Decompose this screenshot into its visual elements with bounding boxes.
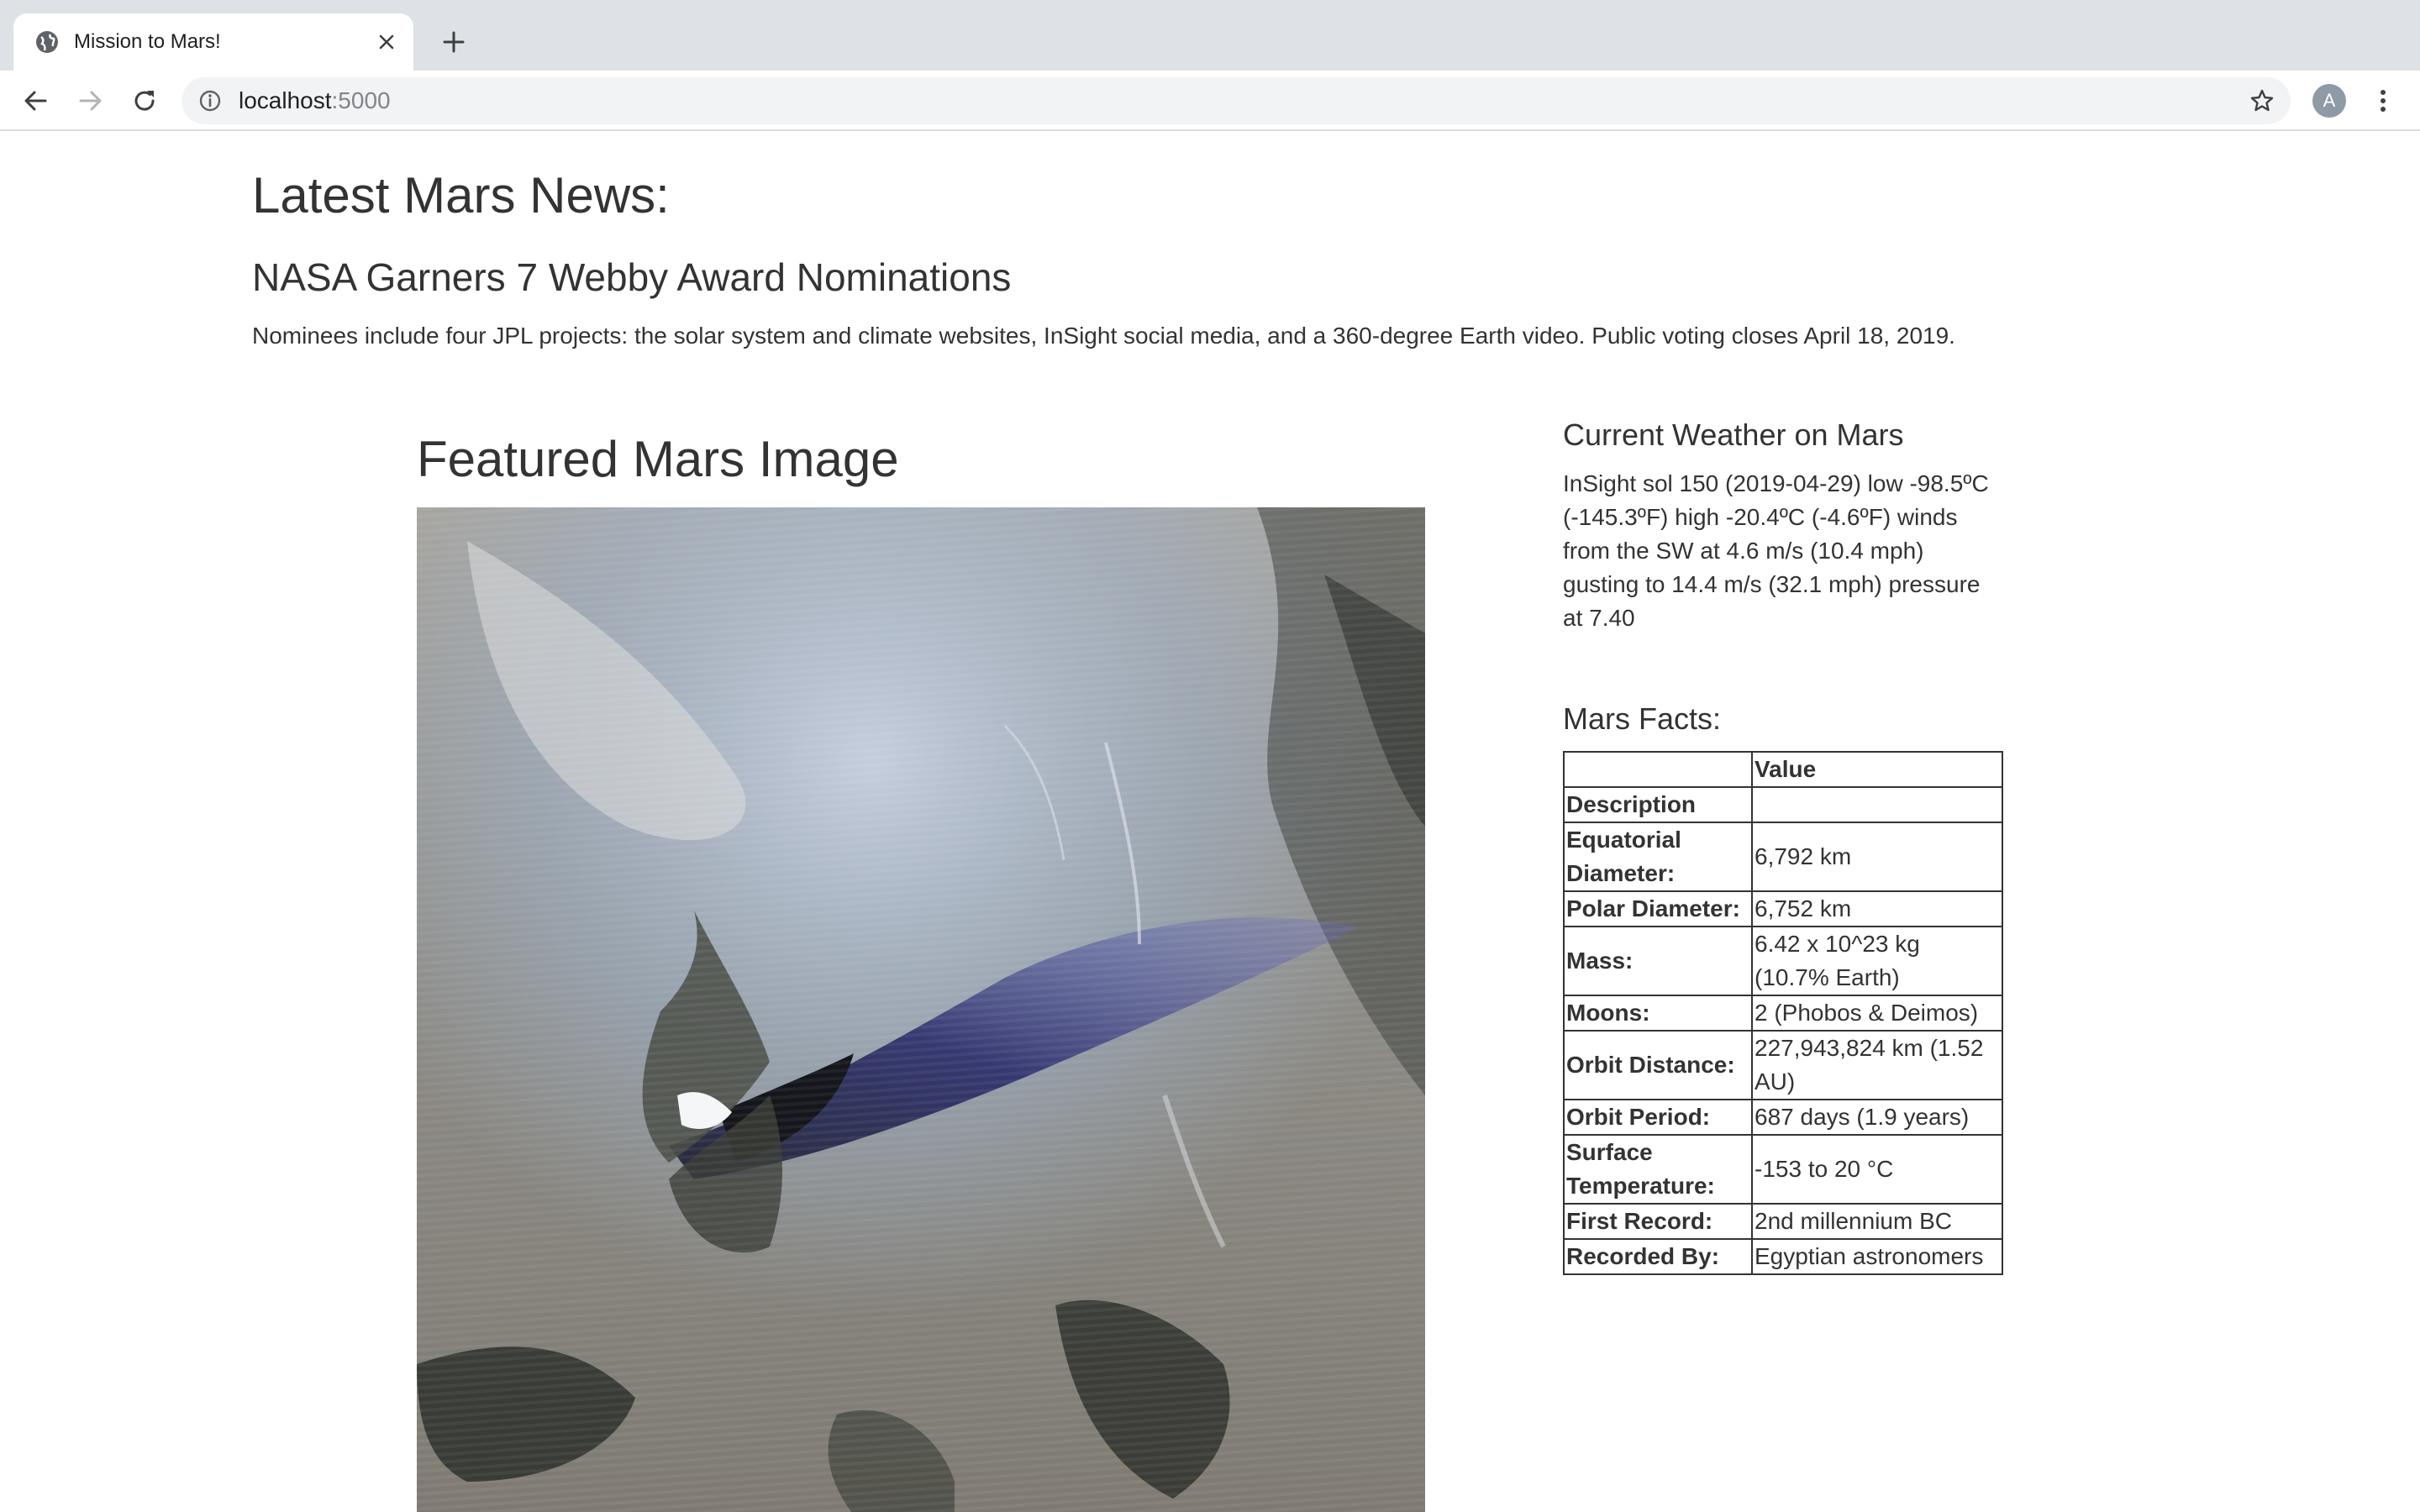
table-empty-cell (1751, 786, 2003, 823)
fact-label: Mass: (1563, 926, 1753, 996)
value-column-header: Value (1751, 751, 2003, 788)
mars-facts-table: Value Description Equatorial Diameter: 6… (1563, 751, 2003, 1275)
browser-tab[interactable]: Mission to Mars! (13, 13, 413, 71)
fact-label: Moons: (1563, 995, 1753, 1032)
description-index-header: Description (1563, 786, 1753, 823)
table-row: Orbit Period: 687 days (1.9 years) (1563, 1099, 2003, 1136)
star-icon[interactable] (2249, 87, 2275, 114)
fact-label: Orbit Period: (1563, 1099, 1753, 1136)
reload-icon[interactable] (129, 86, 160, 116)
fact-value: 2 (Phobos & Deimos) (1751, 995, 2003, 1032)
url-host: localhost (239, 87, 332, 113)
fact-label: Orbit Distance: (1563, 1030, 1753, 1100)
fact-value: -153 to 20 °C (1751, 1134, 2003, 1205)
page-content: Latest Mars News: NASA Garners 7 Webby A… (0, 133, 2420, 1512)
news-title: NASA Garners 7 Webby Award Nominations (252, 255, 1012, 299)
browser-toolbar: localhost:5000 A (0, 71, 2420, 131)
table-row: Surface Temperature: -153 to 20 °C (1563, 1134, 2003, 1205)
table-row: Orbit Distance: 227,943,824 km (1.52 AU) (1563, 1030, 2003, 1100)
table-row: Equatorial Diameter: 6,792 km (1563, 822, 2003, 892)
fact-value: 6.42 x 10^23 kg (10.7% Earth) (1751, 926, 2003, 996)
globe-icon (36, 31, 58, 53)
fact-value: 6,792 km (1751, 822, 2003, 892)
table-index-row: Description (1563, 786, 2003, 823)
featured-mars-image (417, 507, 1425, 1512)
info-icon[interactable] (198, 89, 222, 113)
avatar[interactable]: A (2312, 84, 2346, 118)
news-heading: Latest Mars News: (252, 167, 670, 223)
featured-image-heading: Featured Mars Image (417, 431, 899, 487)
fact-value: 227,943,824 km (1.52 AU) (1751, 1030, 2003, 1100)
fact-label: Equatorial Diameter: (1563, 822, 1753, 892)
fact-value: 6,752 km (1751, 890, 2003, 927)
table-header-row: Value (1563, 751, 2003, 788)
weather-heading: Current Weather on Mars (1563, 417, 1904, 452)
table-row: Recorded By: Egyptian astronomers (1563, 1238, 2003, 1275)
url-port: :5000 (331, 87, 391, 113)
news-paragraph: Nominees include four JPL projects: the … (252, 323, 1955, 349)
address-bar[interactable]: localhost:5000 (182, 77, 2291, 124)
browser-tab-bar: Mission to Mars! (0, 0, 2420, 71)
fact-label: Recorded By: (1563, 1238, 1753, 1275)
kebab-menu-icon[interactable] (2370, 84, 2396, 118)
mars-surface-image (417, 507, 1425, 1512)
fact-value: 687 days (1.9 years) (1751, 1099, 2003, 1136)
table-row: Moons: 2 (Phobos & Deimos) (1563, 995, 2003, 1032)
weather-text: InSight sol 150 (2019-04-29) low -98.5ºC… (1563, 470, 1989, 631)
table-row: Mass: 6.42 x 10^23 kg (10.7% Earth) (1563, 926, 2003, 996)
facts-heading: Mars Facts: (1563, 701, 1722, 736)
fact-label: Surface Temperature: (1563, 1134, 1753, 1205)
fact-label: Polar Diameter: (1563, 890, 1753, 927)
fact-label: First Record: (1563, 1203, 1753, 1240)
close-icon[interactable] (375, 30, 398, 54)
table-row: First Record: 2nd millennium BC (1563, 1203, 2003, 1240)
tab-title: Mission to Mars! (74, 30, 221, 53)
url-text[interactable]: localhost:5000 (239, 87, 391, 114)
arrow-right-icon[interactable] (76, 86, 106, 116)
plus-icon[interactable] (437, 25, 471, 59)
arrow-left-icon[interactable] (20, 86, 50, 116)
table-corner-cell (1563, 751, 1753, 788)
fact-value: 2nd millennium BC (1751, 1203, 2003, 1240)
fact-value: Egyptian astronomers (1751, 1238, 2003, 1275)
table-row: Polar Diameter: 6,752 km (1563, 890, 2003, 927)
